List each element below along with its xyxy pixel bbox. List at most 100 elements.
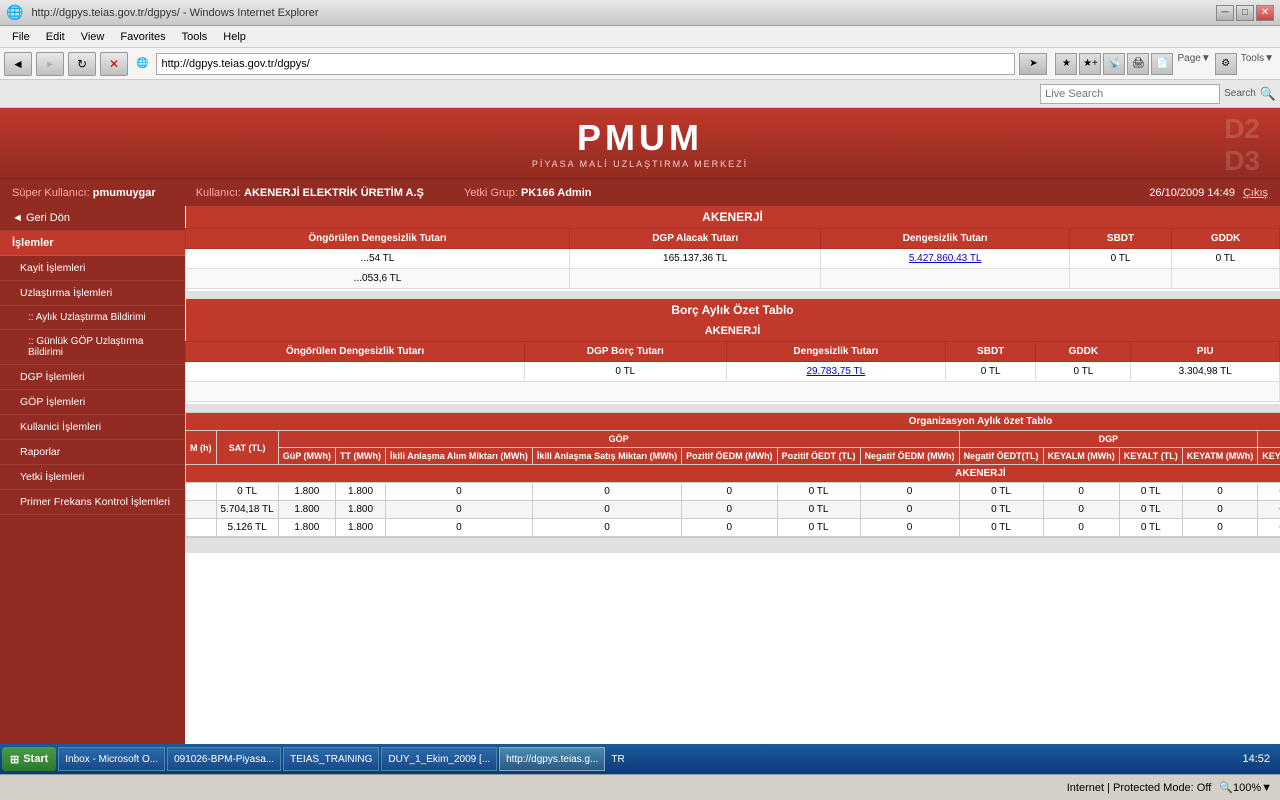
- back-arrow-icon: ◄: [12, 212, 26, 224]
- borc-cell-2[interactable]: 29.783,75 TL: [726, 362, 945, 382]
- org-col-poz-oedm: Pozitif ÖEDM (MWh): [682, 448, 777, 465]
- stop-button[interactable]: ✕: [100, 52, 128, 76]
- sidebar-yetki-label: Yetki İşlemleri: [20, 471, 84, 483]
- sidebar-item-kayit[interactable]: Kayit İşlemleri: [0, 256, 185, 281]
- org-r0-sat: 0 TL: [216, 483, 278, 501]
- org-col-neg-oedm: Negatif ÖEDM (MWh): [860, 448, 959, 465]
- org-r1-pozedm: 0: [682, 501, 777, 519]
- super-user-value: pmumuygar: [93, 187, 156, 199]
- org-col-keyatm: KEYATM (MWh): [1182, 448, 1258, 465]
- taskbar-item-3[interactable]: DUY_1_Ekim_2009 [...: [381, 747, 497, 771]
- sidebar-item-primer[interactable]: Primer Frekans Kontrol İşlemleri: [0, 490, 185, 515]
- user-info-bar: Süper Kullanıcı: pmumuygar Kullanıcı: AK…: [0, 178, 1280, 206]
- org-r0-keyalm: 0: [1043, 483, 1119, 501]
- search-magnify-icon[interactable]: 🔍: [1260, 86, 1276, 102]
- go-button[interactable]: ➤: [1019, 53, 1047, 75]
- org-r0-keyatt: 0 TL: [1258, 483, 1280, 501]
- org-r0-iksatis: 0: [532, 483, 681, 501]
- alacak-dengesizlik-link[interactable]: 5.427.860,43 TL: [909, 253, 982, 264]
- org-r0-pozedm: 0: [682, 483, 777, 501]
- org-col-m: M (h): [186, 431, 217, 465]
- org-r1-keyatm: 0: [1182, 501, 1258, 519]
- logout-link[interactable]: Çıkış: [1243, 187, 1268, 199]
- menu-help[interactable]: Help: [215, 29, 254, 45]
- sidebar-item-yetki[interactable]: Yetki İşlemleri: [0, 465, 185, 490]
- search-input[interactable]: [1040, 84, 1220, 104]
- sidebar: ◄ Geri Dön İşlemler Kayit İşlemleri Uzla…: [0, 206, 185, 774]
- sidebar-item-gunluk[interactable]: :: Günlük GÖP Uzlaştırma Bildirimi: [0, 330, 185, 365]
- dgp-label: DGP: [959, 431, 1258, 448]
- borc-header-4: GDDK: [1036, 342, 1131, 362]
- org-table: Organizasyon Aylık özet Tablo M (h) SAT …: [185, 412, 1280, 537]
- borc-header-5: PIU: [1131, 342, 1280, 362]
- maximize-button[interactable]: □: [1236, 5, 1254, 21]
- window-controls[interactable]: ─ □ ✕: [1216, 5, 1274, 21]
- org-col-ikili-satis: İkili Anlaşma Satış Miktarı (MWh): [532, 448, 681, 465]
- alacak-header-0: Öngörülen Dengesizlik Tutarı: [186, 229, 570, 249]
- borc-dgp-link[interactable]: 29.783,75 TL: [806, 366, 865, 377]
- menu-tools[interactable]: Tools: [174, 29, 216, 45]
- forward-button[interactable]: ►: [36, 52, 64, 76]
- back-button[interactable]: ◄: [4, 52, 32, 76]
- org-r0-gup: 1.800: [278, 483, 335, 501]
- borc-header-2: Dengesizlik Tutarı: [726, 342, 945, 362]
- sidebar-item-aylik[interactable]: :: Aylık Uzlaştırma Bildirimi: [0, 306, 185, 330]
- rss-icon[interactable]: 📡: [1103, 53, 1125, 75]
- refresh-button[interactable]: ↻: [68, 52, 96, 76]
- org-r1-keyalm: 0: [1043, 501, 1119, 519]
- address-input[interactable]: [156, 53, 1015, 75]
- horizontal-scrollbar[interactable]: [185, 537, 1280, 553]
- taskbar-item-4[interactable]: http://dgpys.teias.g...: [499, 747, 605, 771]
- sidebar-item-dgp[interactable]: DGP İşlemleri: [0, 365, 185, 390]
- print-icon[interactable]: 🖨: [1127, 53, 1149, 75]
- taskbar-item-2[interactable]: TEIAS_TRAINING: [283, 747, 379, 771]
- alacak-header-1: DGP Alacak Tutarı: [570, 229, 821, 249]
- zoom-dropdown-icon[interactable]: ▼: [1261, 782, 1272, 794]
- org-r0-ikalim: 0: [386, 483, 533, 501]
- org-r2-pozedt: 0 TL: [777, 519, 860, 537]
- start-button[interactable]: ⊞ Start: [2, 747, 56, 771]
- alacak-cell-1-0: ...053,6 TL: [186, 269, 570, 289]
- menu-edit[interactable]: Edit: [38, 29, 73, 45]
- taskbar-item-2-label: TEIAS_TRAINING: [290, 754, 372, 765]
- dengesizlik-label: Dengesizlik: [1258, 431, 1280, 448]
- org-r2-negedt: 0 TL: [959, 519, 1043, 537]
- table-row: 5.126 TL 1.800 1.800 0 0 0 0 TL 0 0 TL 0…: [186, 519, 1280, 537]
- org-r2-keyalt: 0 TL: [1119, 519, 1182, 537]
- alacak-cell-0-2[interactable]: 5.427.860,43 TL: [821, 249, 1070, 269]
- taskbar-item-1-label: 091026-BPM-Piyasa...: [174, 754, 274, 765]
- sidebar-item-kullanici[interactable]: Kullanici İşlemleri: [0, 415, 185, 440]
- page-icon[interactable]: 📄: [1151, 53, 1173, 75]
- menu-view[interactable]: View: [73, 29, 113, 45]
- alacak-header-4: GDDK: [1172, 229, 1280, 249]
- pmum-title: PMUM: [532, 117, 748, 159]
- menu-file[interactable]: File: [4, 29, 38, 45]
- org-title: Organizasyon Aylık özet Tablo: [186, 413, 1280, 431]
- sidebar-kayit-label: Kayit İşlemleri: [20, 262, 85, 274]
- sidebar-item-raporlar[interactable]: Raporlar: [0, 440, 185, 465]
- org-r2-tt: 1.800: [336, 519, 386, 537]
- minimize-button[interactable]: ─: [1216, 5, 1234, 21]
- taskbar-item-1[interactable]: 091026-BPM-Piyasa...: [167, 747, 281, 771]
- tools-icon[interactable]: ⚙: [1215, 53, 1237, 75]
- sidebar-item-islemler[interactable]: İşlemler: [0, 231, 185, 256]
- borc-header-3: SBDT: [946, 342, 1036, 362]
- org-r2-keyatm: 0: [1182, 519, 1258, 537]
- browser-titlebar: 🌐 http://dgpys.teias.gov.tr/dgpys/ - Win…: [0, 0, 1280, 26]
- add-favorites-icon[interactable]: ★+: [1079, 53, 1101, 75]
- favorites-star-icon[interactable]: ★: [1055, 53, 1077, 75]
- alacak-cell-1-2: [821, 269, 1070, 289]
- sidebar-item-back[interactable]: ◄ Geri Dön: [0, 206, 185, 231]
- pmum-logo: PMUM PİYASA MALİ UZLAŞTIRMA MERKEZİ: [532, 117, 748, 169]
- alacak-cell-1-4: [1172, 269, 1280, 289]
- sidebar-kullanici-label: Kullanici İşlemleri: [20, 421, 101, 433]
- close-button[interactable]: ✕: [1256, 5, 1274, 21]
- taskbar-item-0[interactable]: Inbox - Microsoft O...: [58, 747, 165, 771]
- section-spacer-2: [185, 404, 1280, 412]
- sidebar-item-uzlastirma[interactable]: Uzlaştırma İşlemleri: [0, 281, 185, 306]
- alacak-cell-0-0: ...54 TL: [186, 249, 570, 269]
- sidebar-item-gop[interactable]: GÖP İşlemleri: [0, 390, 185, 415]
- borc-subtitle: AKENERJİ: [186, 321, 1280, 342]
- menu-favorites[interactable]: Favorites: [112, 29, 173, 45]
- org-r0-negedt: 0 TL: [959, 483, 1043, 501]
